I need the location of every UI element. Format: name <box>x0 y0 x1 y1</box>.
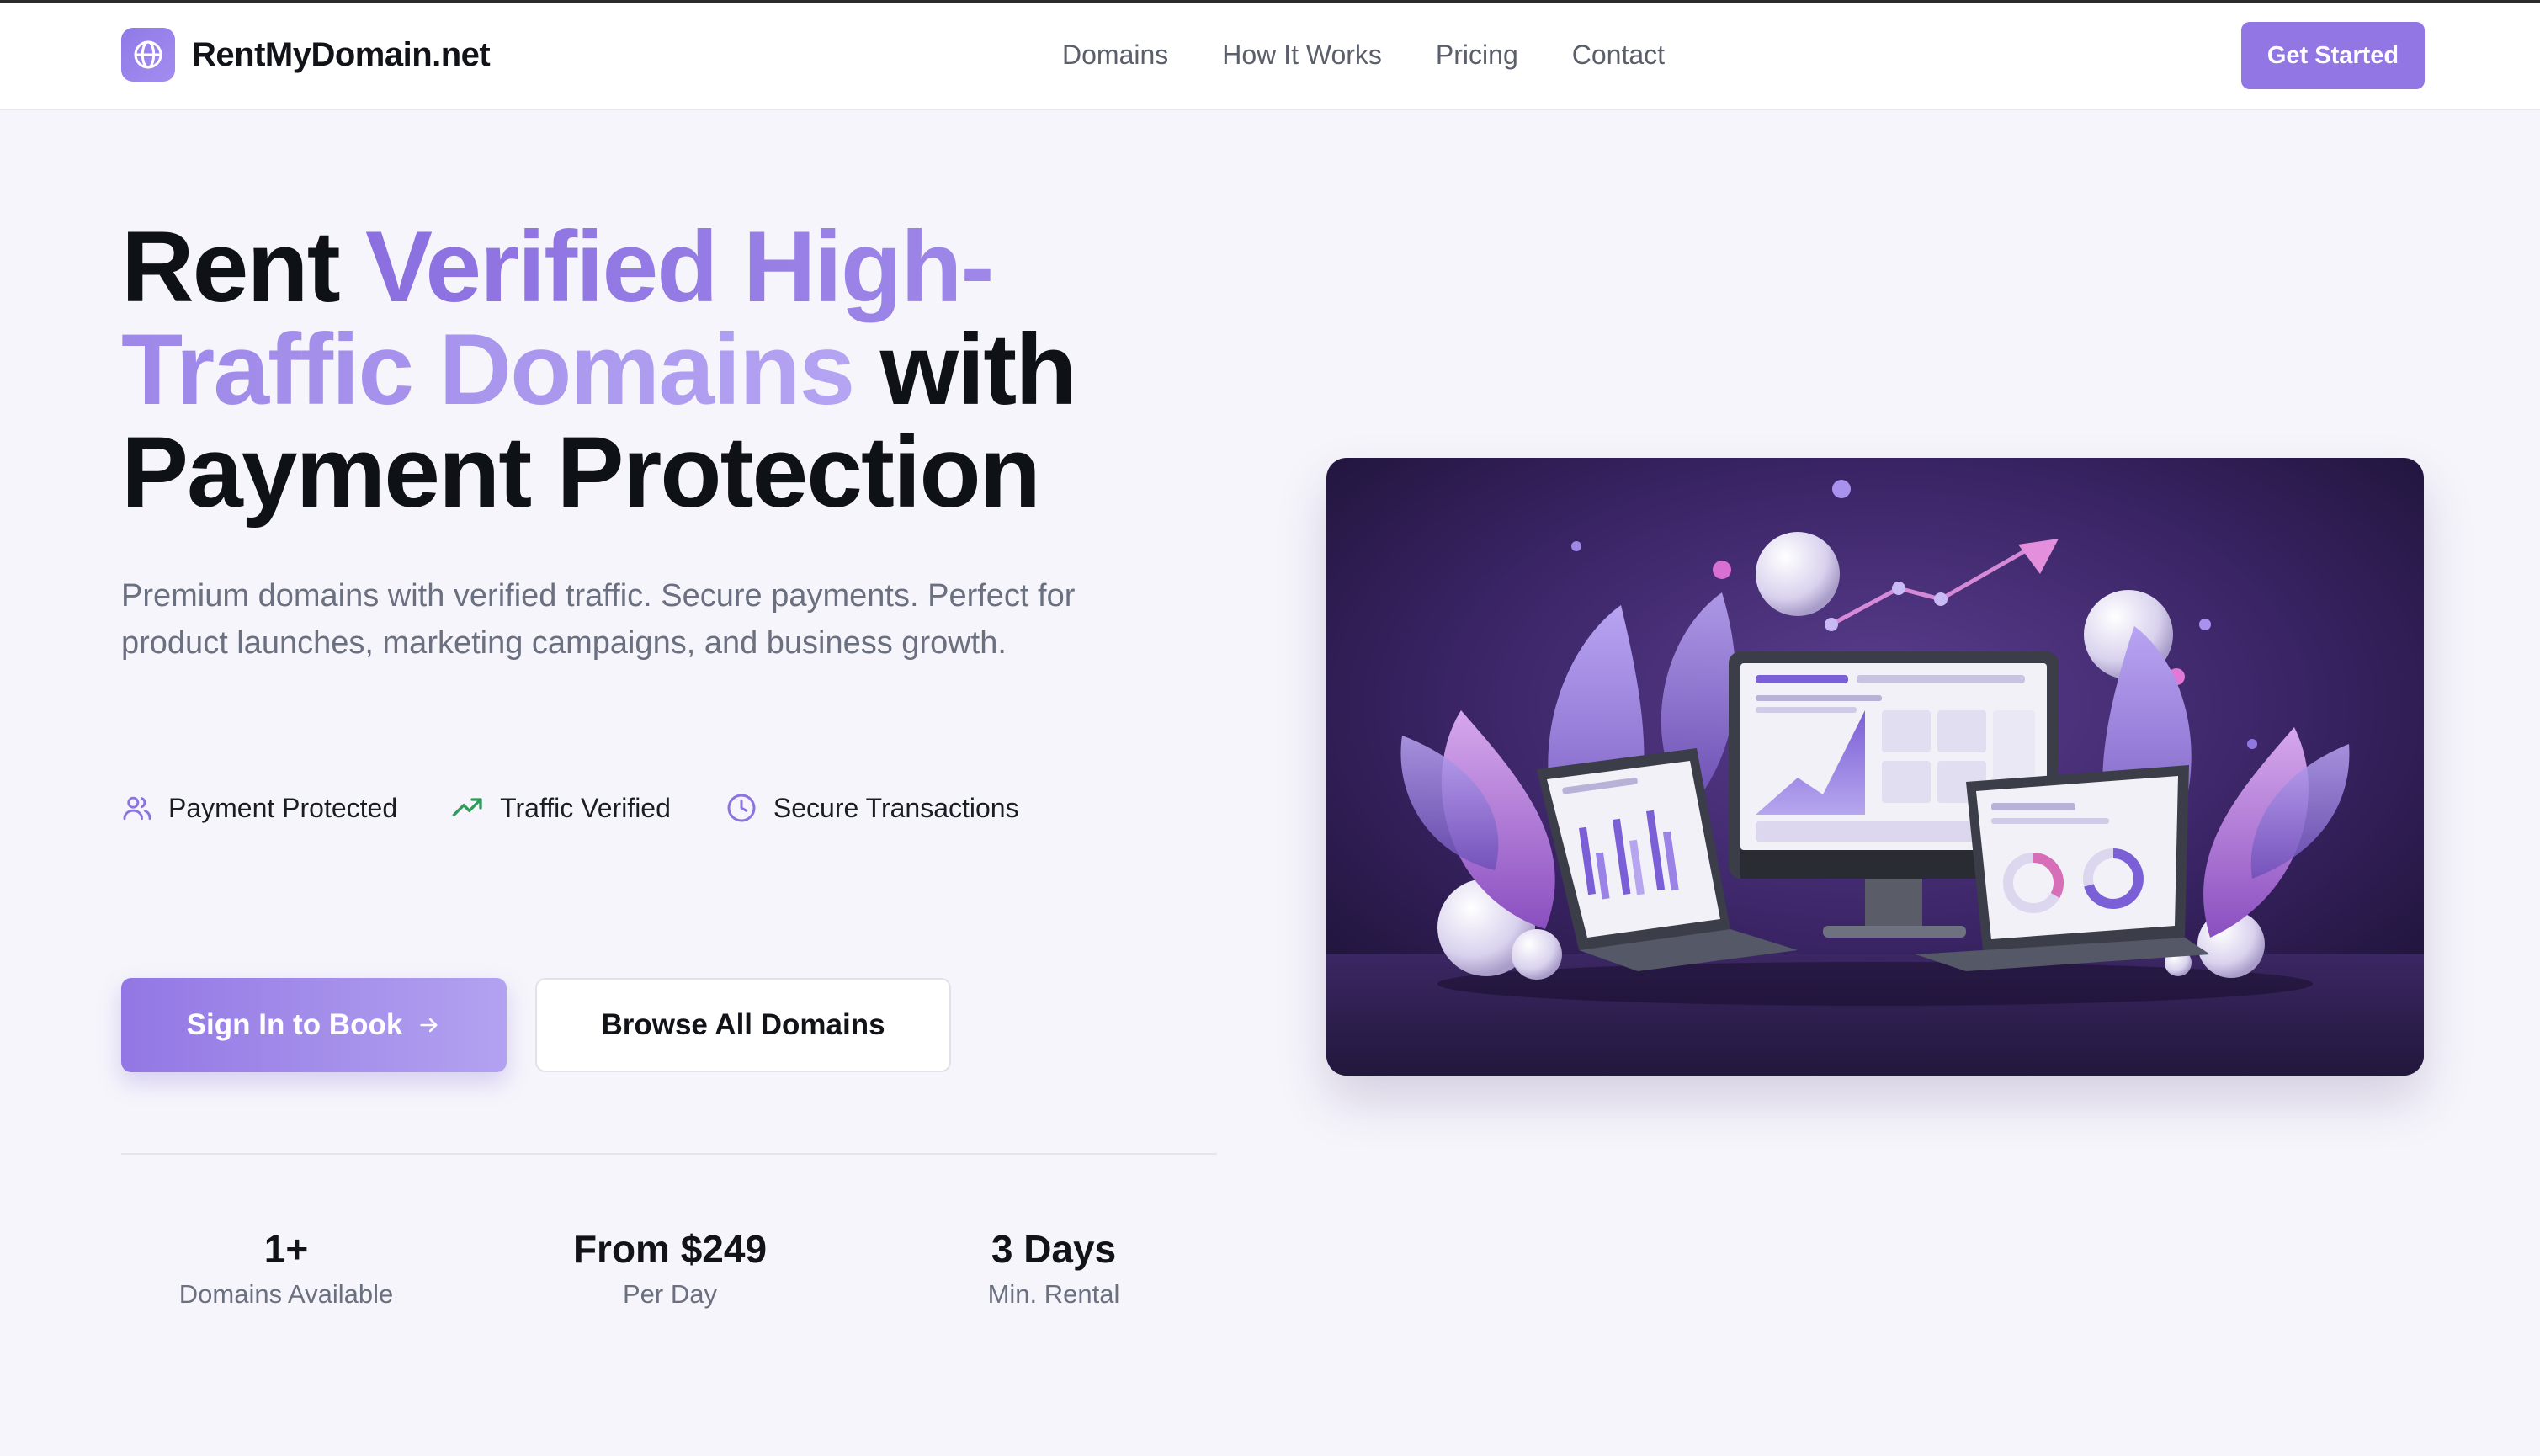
feature-label: Payment Protected <box>168 792 398 823</box>
globe-icon <box>121 28 175 82</box>
hero-illustration <box>1326 458 2424 1076</box>
feature-list: Payment Protected Traffic Verified Secur… <box>121 791 1073 825</box>
sign-in-to-book-button[interactable]: Sign In to Book <box>121 978 507 1072</box>
feature-payment-protected: Payment Protected <box>121 792 397 824</box>
hero-title-part1: Rent <box>121 210 365 323</box>
get-started-button[interactable]: Get Started <box>2241 22 2425 89</box>
browse-all-domains-button[interactable]: Browse All Domains <box>535 978 951 1072</box>
clock-icon <box>727 794 756 822</box>
nav-link-domains[interactable]: Domains <box>1062 40 1168 71</box>
hero-title: Rent Verified High-Traffic Domains with … <box>121 215 1215 523</box>
stat-value: 1+ <box>263 1227 309 1271</box>
brand-logo[interactable]: RentMyDomain.net <box>121 28 491 82</box>
arrow-right-icon <box>420 1018 438 1033</box>
nav-link-how-it-works[interactable]: How It Works <box>1222 40 1382 71</box>
main-nav: Domains How It Works Pricing Contact <box>1062 40 1719 71</box>
feature-label: Secure Transactions <box>773 792 1019 823</box>
hero-subtitle: Premium domains with verified traffic. S… <box>121 578 1076 661</box>
brand-name: RentMyDomain.net <box>192 35 491 73</box>
site-header: RentMyDomain.net Domains How It Works Pr… <box>0 3 2540 110</box>
sign-in-button-label: Sign In to Book <box>186 1008 403 1041</box>
feature-traffic-verified: Traffic Verified <box>451 791 671 825</box>
nav-link-contact[interactable]: Contact <box>1572 40 1665 71</box>
stat-min-rental: 3 Days Min. Rental <box>885 1225 1222 1310</box>
stats-divider <box>121 1153 1217 1155</box>
stat-price-per-day: From $249 Per Day <box>502 1225 838 1310</box>
stat-label: Per Day <box>623 1279 717 1309</box>
feature-label: Traffic Verified <box>500 792 671 823</box>
stat-label: Min. Rental <box>987 1279 1120 1309</box>
feature-secure-transactions: Secure Transactions <box>725 791 1019 825</box>
nav-link-pricing[interactable]: Pricing <box>1436 40 1518 71</box>
stat-label: Domains Available <box>178 1279 394 1309</box>
stat-domains-available: 1+ Domains Available <box>118 1225 454 1310</box>
stat-value: From $249 <box>572 1227 768 1271</box>
trending-up-icon <box>452 798 482 816</box>
users-icon <box>123 796 151 821</box>
stat-value: 3 Days <box>991 1227 1117 1271</box>
